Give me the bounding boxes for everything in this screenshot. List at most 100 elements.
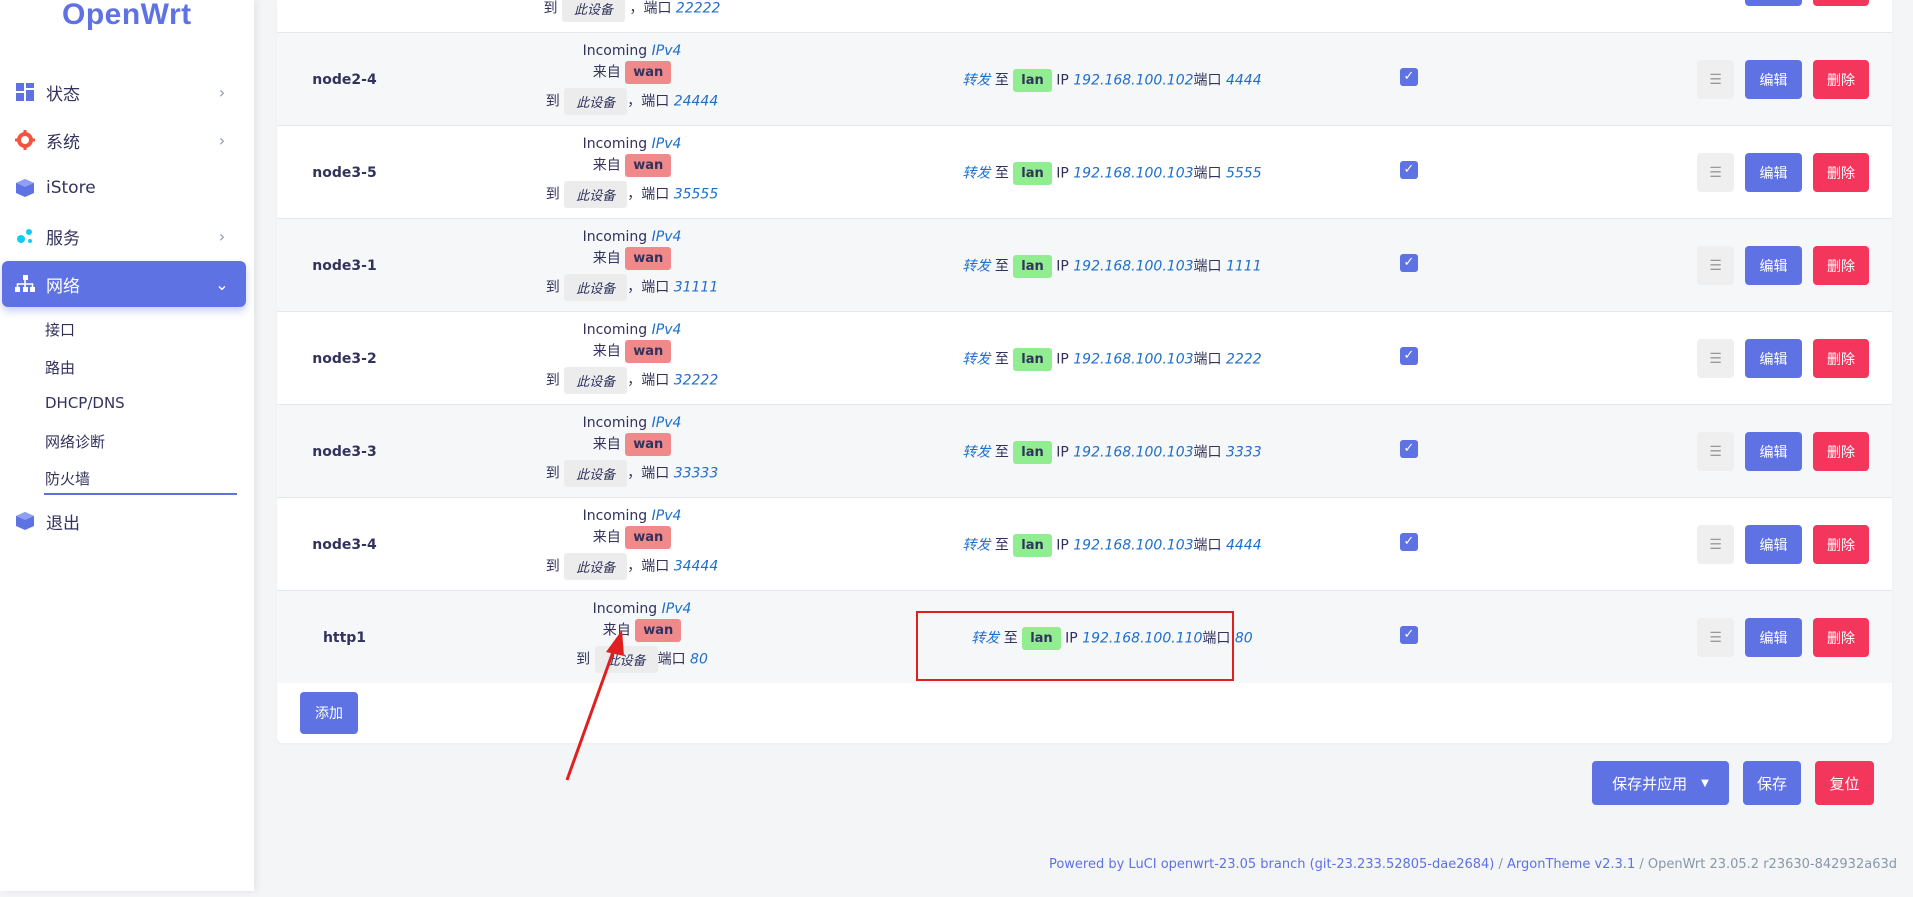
action-label: 转发 — [962, 444, 991, 461]
subnav-dhcp-dns[interactable]: DHCP/DNS — [45, 394, 125, 412]
delete-button[interactable]: 删除 — [1813, 339, 1869, 378]
dest-ip: 192.168.100.102 — [1073, 72, 1194, 89]
version-text: OpenWrt 23.05.2 r23630-842932a63d — [1647, 857, 1897, 872]
theme-link[interactable]: ArgonTheme v2.3.1 — [1507, 857, 1635, 872]
ip-version: IPv4 — [651, 229, 682, 245]
edit-button[interactable]: 编辑 — [1745, 60, 1802, 99]
brand-logo[interactable]: OpenWrt — [62, 0, 192, 32]
rule-name: node3-3 — [312, 444, 377, 460]
nav-item-label: 网络 — [46, 276, 80, 297]
dest-ip: 192.168.100.103 — [1073, 258, 1194, 275]
destination-cell: 转发 至 lan IP 192.168.100.110端口 80 — [797, 627, 1427, 650]
device-tag: 此设备 — [561, 0, 625, 22]
source-zone-tag: wan — [625, 154, 672, 177]
caret-down-icon: ▼ — [1701, 777, 1709, 789]
drag-handle[interactable]: ☰ — [1697, 525, 1734, 564]
enabled-checkbox[interactable]: ✓ — [1400, 254, 1418, 272]
subnav-diagnostics[interactable]: 网络诊断 — [45, 431, 105, 452]
device-tag: 此设备 — [564, 88, 628, 115]
table-row: 到 此设备 ，端口 22222 — [277, 0, 1892, 33]
table-row: node2-4 Incoming IPv4 来自 wan 到 此设备 ，端口 24… — [277, 32, 1892, 125]
network-icon — [14, 273, 36, 295]
delete-button[interactable]: 删除 — [1813, 153, 1869, 192]
drag-handle[interactable]: ☰ — [1697, 432, 1734, 471]
nav-item-services[interactable]: 服务 › — [2, 213, 246, 259]
enabled-checkbox[interactable]: ✓ — [1400, 533, 1418, 551]
drag-handle[interactable]: ☰ — [1697, 153, 1734, 192]
nav-item-status[interactable]: 状态 › — [2, 69, 246, 115]
reset-button[interactable]: 复位 — [1815, 761, 1874, 805]
action-label: 转发 — [962, 537, 991, 554]
dest-port: 4444 — [1225, 72, 1262, 89]
nav-item-label: 系统 — [46, 132, 80, 153]
edit-button[interactable]: 编辑 — [1745, 153, 1802, 192]
destination-cell: 转发 至 lan IP 192.168.100.102端口 4444 — [797, 69, 1427, 92]
delete-button[interactable] — [1813, 0, 1869, 6]
table-row: http1 Incoming IPv4 来自 wan 到 此设备 端口 80 转发… — [277, 590, 1892, 683]
nav-item-istore[interactable]: iStore — [2, 165, 246, 211]
save-apply-button[interactable]: 保存并应用 ▼ — [1592, 761, 1729, 805]
nav-item-logout[interactable]: 退出 — [2, 498, 246, 544]
source-zone-tag: wan — [625, 433, 672, 456]
add-button[interactable]: 添加 — [300, 692, 358, 734]
edit-button[interactable]: 编辑 — [1745, 339, 1802, 378]
source-port: 22222 — [675, 0, 721, 17]
action-label: 转发 — [971, 630, 1000, 647]
device-tag: 此设备 — [564, 553, 628, 580]
delete-button[interactable]: 删除 — [1813, 618, 1869, 657]
delete-button[interactable]: 删除 — [1813, 432, 1869, 471]
rule-name: node2-4 — [312, 72, 377, 88]
rule-name: node3-1 — [312, 258, 377, 274]
dest-port: 80 — [1234, 630, 1253, 647]
device-tag: 此设备 — [564, 274, 628, 301]
rule-name: http1 — [322, 630, 367, 646]
drag-handle[interactable]: ☰ — [1697, 618, 1734, 657]
ip-version: IPv4 — [651, 322, 682, 338]
rule-name: node3-2 — [312, 351, 377, 367]
drag-handle[interactable]: ☰ — [1697, 339, 1734, 378]
destination-cell: 转发 至 lan IP 192.168.100.103端口 2222 — [797, 348, 1427, 371]
enabled-checkbox[interactable]: ✓ — [1400, 161, 1418, 179]
dest-zone-tag: lan — [1013, 534, 1052, 557]
edit-button[interactable]: 编辑 — [1745, 525, 1802, 564]
dest-port: 2222 — [1225, 351, 1262, 368]
luci-link[interactable]: Powered by LuCI openwrt-23.05 branch (gi… — [1049, 857, 1494, 872]
enabled-checkbox[interactable]: ✓ — [1400, 68, 1418, 86]
subnav-routes[interactable]: 路由 — [45, 357, 75, 378]
save-button[interactable]: 保存 — [1743, 761, 1801, 805]
delete-button[interactable]: 删除 — [1813, 246, 1869, 285]
edit-button[interactable]: 编辑 — [1745, 618, 1802, 657]
enabled-checkbox[interactable]: ✓ — [1400, 626, 1418, 644]
dest-ip: 192.168.100.110 — [1082, 630, 1203, 647]
drag-handle[interactable]: ☰ — [1697, 60, 1734, 99]
edit-button[interactable]: 编辑 — [1745, 246, 1802, 285]
enabled-checkbox[interactable]: ✓ — [1400, 347, 1418, 365]
nav-item-system[interactable]: 系统 › — [2, 117, 246, 163]
edit-button[interactable]: 编辑 — [1745, 432, 1802, 471]
chevron-right-icon: › — [218, 130, 226, 150]
table-row: node3-3 Incoming IPv4 来自 wan 到 此设备 ，端口 33… — [277, 404, 1892, 497]
chevron-down-icon: ⌄ — [215, 274, 229, 294]
rule-name: node3-4 — [312, 537, 377, 553]
action-label: 转发 — [962, 258, 991, 275]
edit-button[interactable] — [1745, 0, 1802, 6]
dest-zone-tag: lan — [1022, 627, 1061, 650]
delete-button[interactable]: 删除 — [1813, 525, 1869, 564]
dest-zone-tag: lan — [1013, 255, 1052, 278]
enabled-checkbox[interactable]: ✓ — [1400, 440, 1418, 458]
nav-item-network[interactable]: 网络 ⌄ — [2, 261, 246, 307]
subnav-interfaces[interactable]: 接口 — [45, 319, 75, 340]
ip-version: IPv4 — [661, 601, 692, 617]
device-tag: 此设备 — [564, 181, 628, 208]
ip-version: IPv4 — [651, 43, 682, 59]
gear-icon — [14, 129, 36, 151]
source-port: 31111 — [673, 279, 719, 296]
action-label: 转发 — [962, 165, 991, 182]
delete-button[interactable]: 删除 — [1813, 60, 1869, 99]
destination-cell: 转发 至 lan IP 192.168.100.103端口 1111 — [797, 255, 1427, 278]
subnav-firewall[interactable]: 防火墙 — [45, 468, 90, 489]
source-port: 33333 — [673, 465, 719, 482]
drag-handle[interactable]: ☰ — [1697, 246, 1734, 285]
action-label: 转发 — [962, 72, 991, 89]
source-port: 80 — [690, 651, 708, 668]
